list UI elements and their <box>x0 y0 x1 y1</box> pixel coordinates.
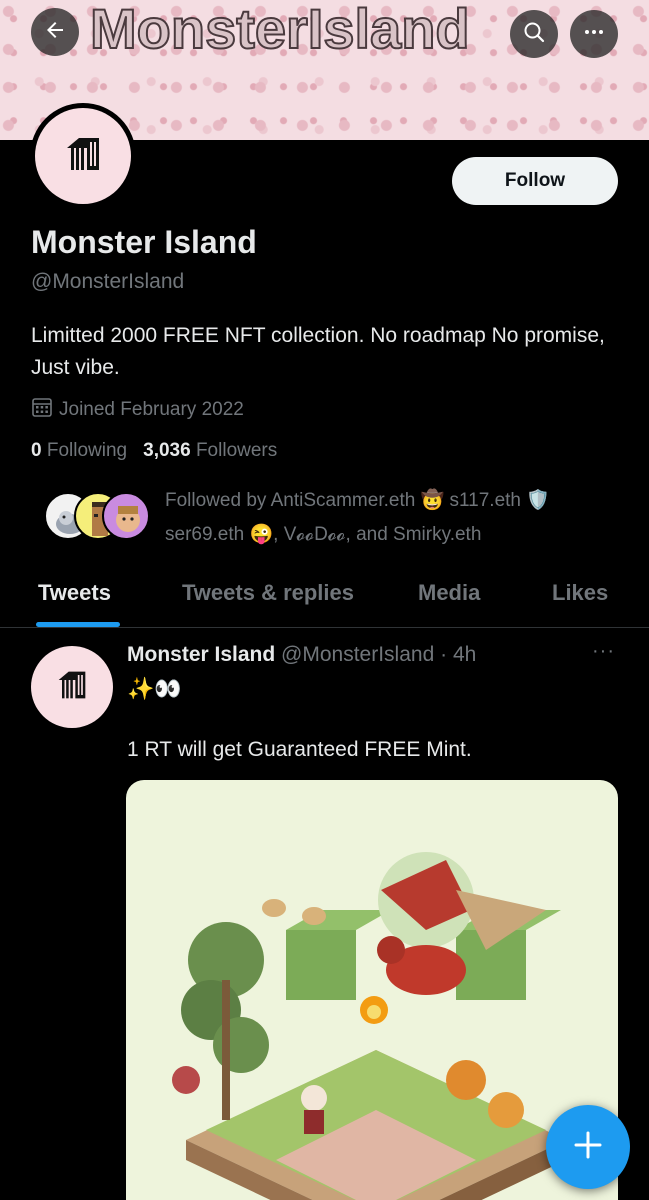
tab-likes[interactable]: Likes <box>552 580 608 606</box>
profile-display-name: Monster Island <box>31 224 257 260</box>
profile-avatar[interactable] <box>30 103 136 209</box>
tweet-header: Monster Island @MonsterIsland · 4h <box>127 643 476 667</box>
tab-tweets-replies[interactable]: Tweets & replies <box>182 580 354 606</box>
monster-island-illustration <box>172 852 566 1200</box>
tweet-separator: · <box>440 643 448 666</box>
tweet-author-name[interactable]: Monster Island <box>127 643 275 666</box>
tweet-author-handle[interactable]: @MonsterIsland <box>281 643 434 666</box>
tweet-image[interactable] <box>126 780 618 1200</box>
joined-label: Joined February 2022 <box>59 399 244 420</box>
profile-bio: Limitted 2000 FREE NFT collection. No ro… <box>31 324 605 379</box>
followed-by-avatars[interactable] <box>44 492 154 544</box>
avatar <box>102 492 150 540</box>
follow-button[interactable]: Follow <box>452 157 618 205</box>
following-link[interactable]: 0 Following <box>31 440 127 462</box>
tab-media[interactable]: Media <box>418 580 480 606</box>
follow-counts: 0 Following 3,036 Followers <box>31 440 277 462</box>
active-tab-indicator <box>36 622 120 627</box>
profile-handle: @MonsterIsland <box>31 270 185 293</box>
followed-by-text[interactable]: Followed by AntiScammer.eth 🤠 s117.eth 🛡… <box>165 484 625 552</box>
tweet-more-button[interactable]: ··· <box>592 640 615 663</box>
more-horizontal-icon <box>582 20 606 49</box>
profile-tabs: Tweets Tweets & replies Media Likes <box>0 562 649 628</box>
search-button[interactable] <box>510 10 558 58</box>
tweet-time[interactable]: 4h <box>453 643 476 666</box>
banner-title: MonsterIsland <box>90 0 471 60</box>
joined-date: Joined February 2022 <box>31 396 244 424</box>
plus-icon <box>571 1128 605 1167</box>
tweet-emoji-line: ✨👀 <box>127 676 182 701</box>
monster-island-logo-icon <box>55 670 89 705</box>
tab-tweets[interactable]: Tweets <box>38 580 111 606</box>
followers-link[interactable]: 3,036 Followers <box>143 440 277 462</box>
search-icon <box>522 20 546 49</box>
compose-tweet-button[interactable] <box>546 1105 630 1189</box>
calendar-icon <box>31 396 53 424</box>
back-button[interactable] <box>31 8 79 56</box>
tweet-author-avatar[interactable] <box>31 646 113 728</box>
monster-island-logo-icon <box>63 136 103 177</box>
arrow-left-icon <box>43 18 67 47</box>
more-options-button[interactable] <box>570 10 618 58</box>
tweet-text: 1 RT will get Guaranteed FREE Mint. <box>127 738 472 761</box>
